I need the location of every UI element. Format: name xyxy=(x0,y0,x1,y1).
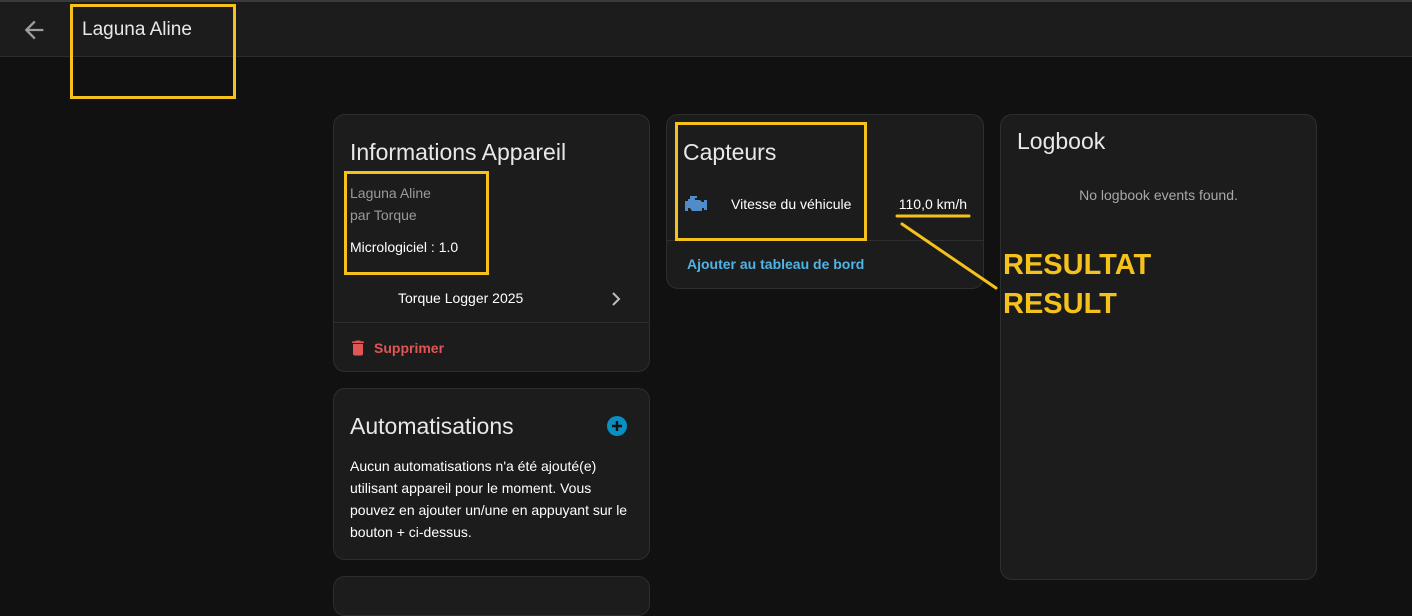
annotation-arrow xyxy=(895,214,998,290)
annotation-result-en: RESULT xyxy=(1003,288,1117,320)
annotation-result-fr: RESULTAT xyxy=(1003,249,1152,281)
